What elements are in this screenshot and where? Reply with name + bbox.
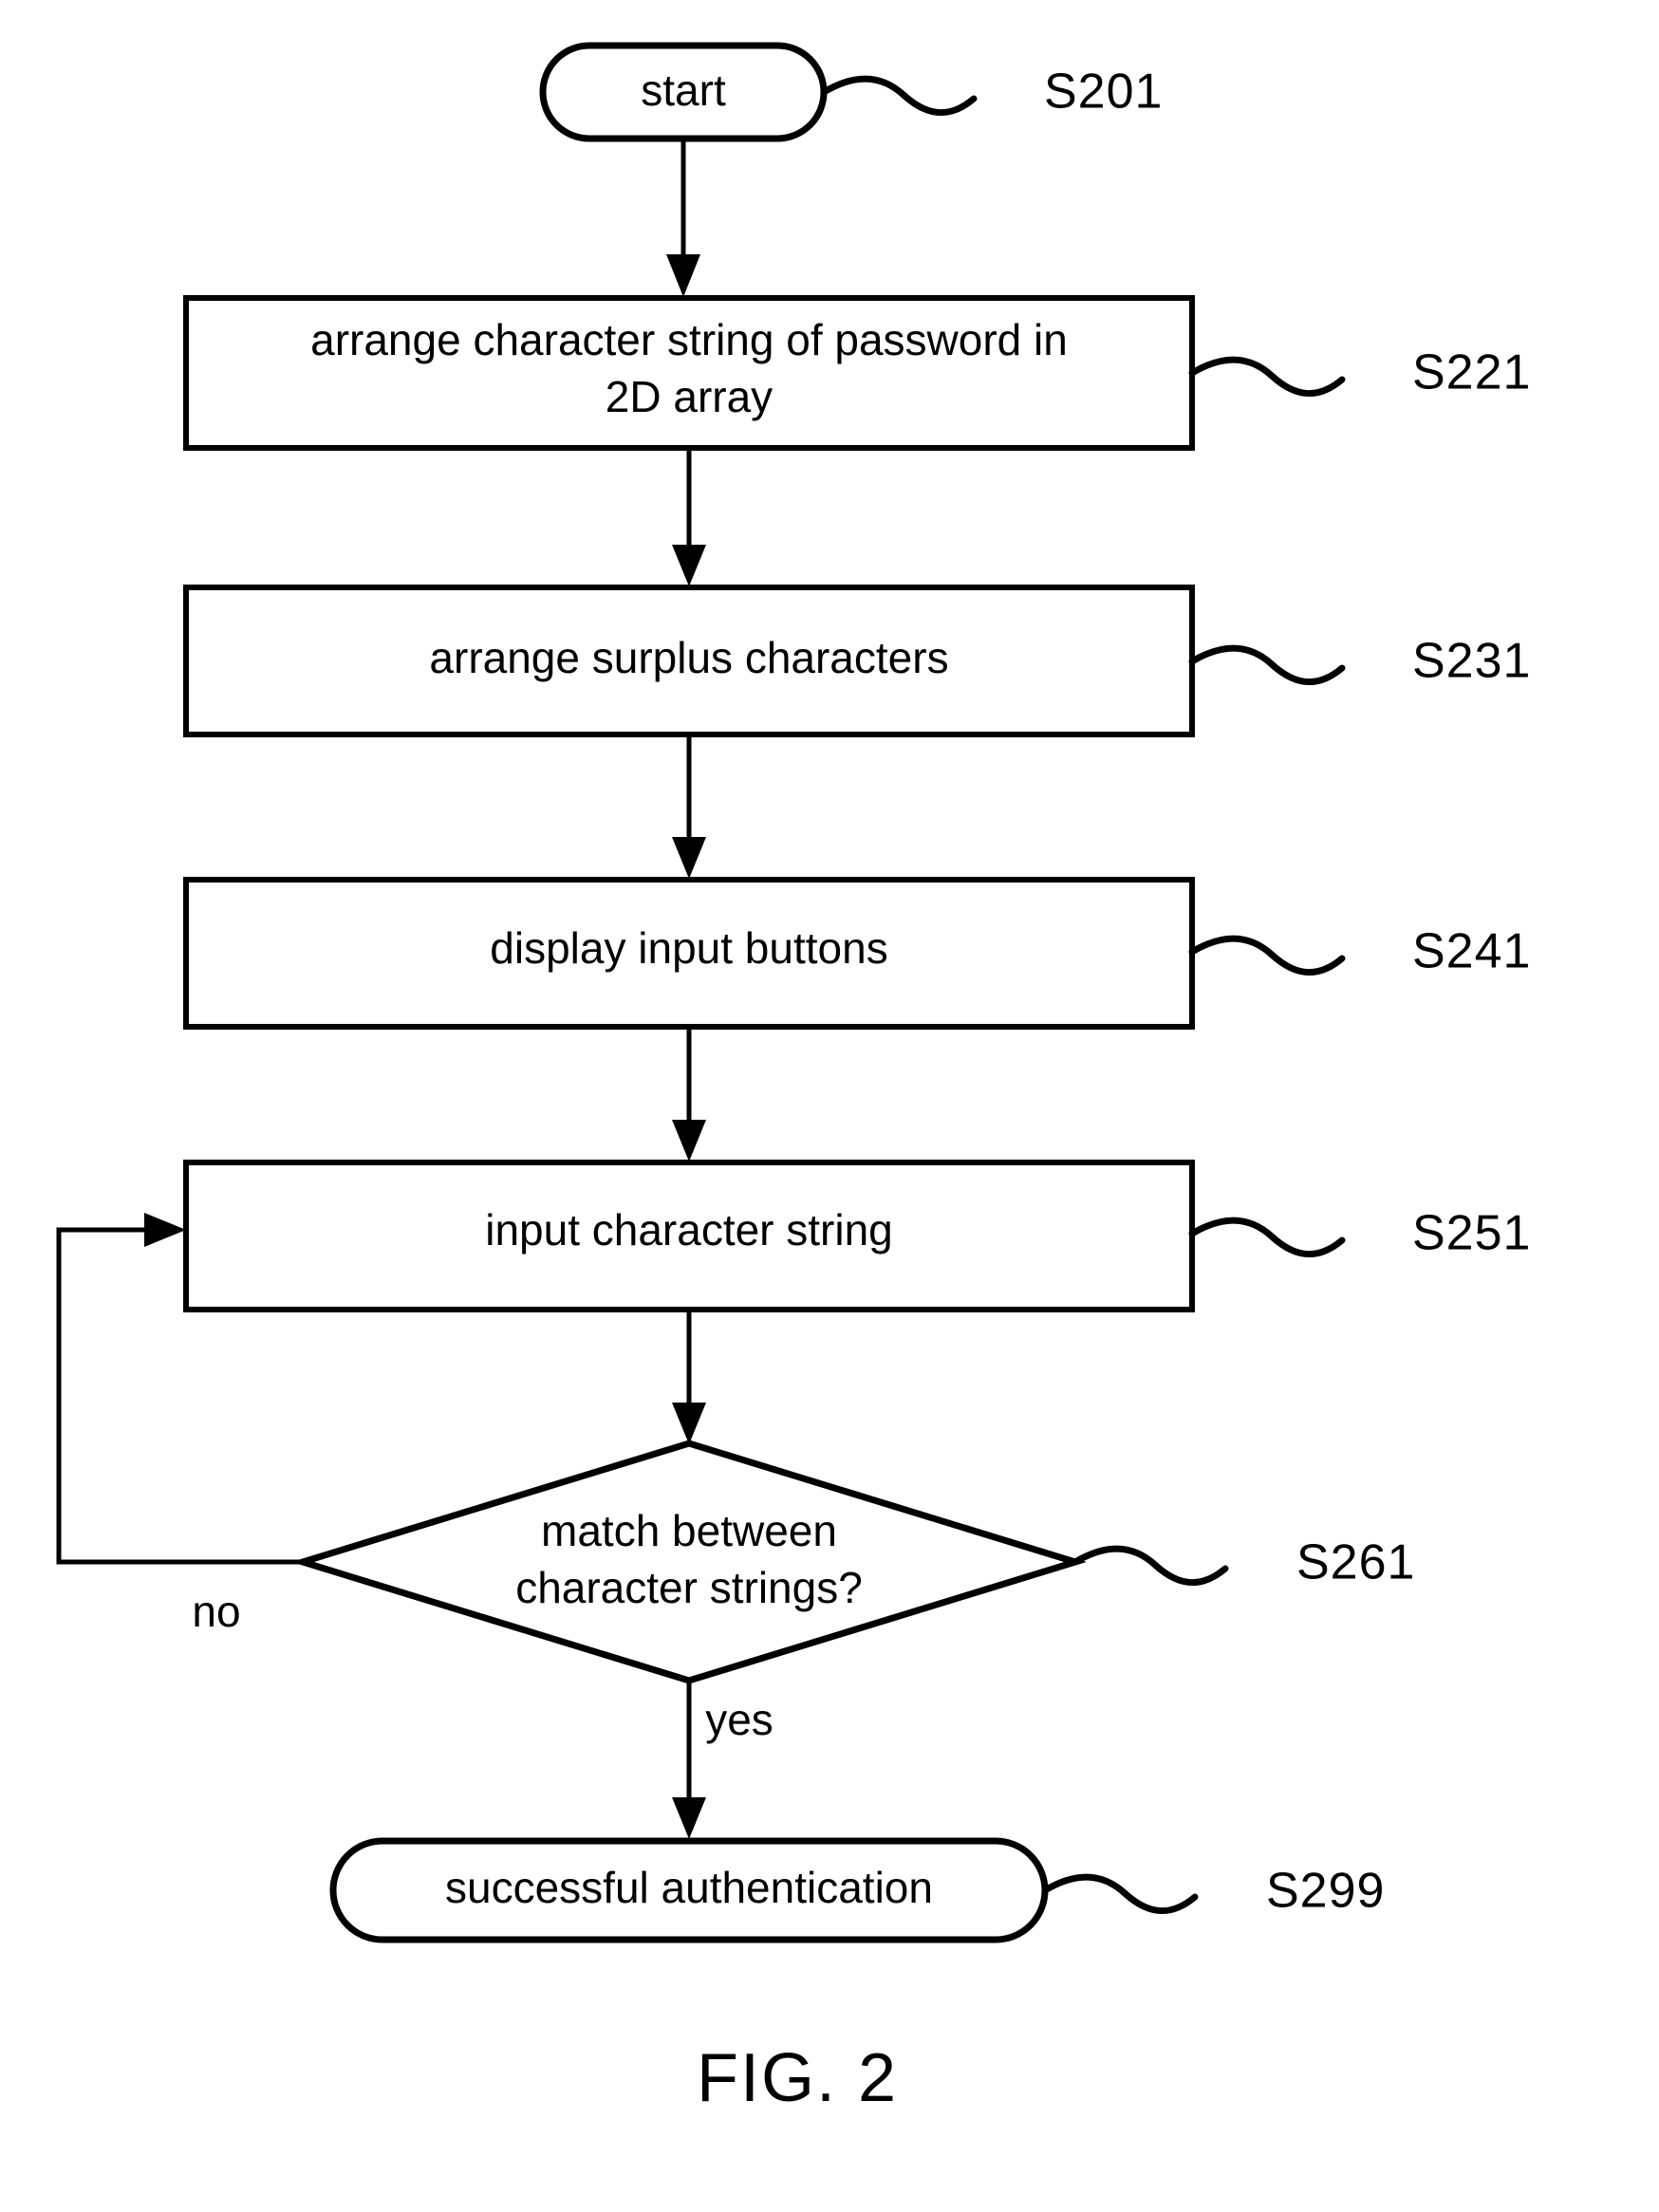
arrowhead-right [144,1213,186,1247]
decision-label-s261-line1: match between [541,1506,837,1555]
process-label-s251: input character string [485,1205,893,1255]
leader-squiggle-s299 [1041,1873,1199,1914]
process-label-s221-line2: 2D array [606,372,773,421]
node-match-decision: match between character strings? [291,1440,1087,1684]
flowchart-svg: start S201 arrange character string of p… [56,42,1531,2116]
process-label-s241: display input buttons [490,923,887,973]
step-label-s299: S299 [1266,1864,1385,1919]
figure-caption: FIG. 2 [697,2040,898,2116]
process-label-s231: arrange surplus characters [429,633,948,682]
process-label-s221-line1: arrange character string of password in [310,315,1068,364]
step-label-s241: S241 [1412,924,1531,979]
step-label-s261: S261 [1296,1535,1415,1590]
arrowhead-down [666,254,700,297]
connector-s251-to-s261 [672,1310,706,1444]
figure-container: start S201 arrange character string of p… [0,0,1659,2212]
leader-squiggle-s231 [1188,644,1346,685]
node-display-buttons: display input buttons [183,877,1195,1030]
step-label-s251: S251 [1412,1206,1531,1261]
connector-yes-to-s299 [672,1681,706,1839]
leader-squiggle-s221 [1188,356,1346,397]
node-arrange-password: arrange character string of password in … [183,295,1195,451]
connector-s241-to-s251 [672,1027,706,1162]
connector-start-to-s221 [666,139,700,297]
leader-squiggle-s201 [820,75,978,116]
connector-s221-to-s231 [672,448,706,586]
start-label: start [641,65,726,115]
arrowhead-down [672,837,706,879]
node-input-string: input character string [183,1160,1195,1312]
arrowhead-down [672,545,706,586]
leader-squiggle-s241 [1188,935,1346,976]
leader-squiggle-s251 [1188,1217,1346,1257]
arrowhead-down [672,1797,706,1839]
step-label-s231: S231 [1412,634,1531,689]
branch-label-yes: yes [705,1695,774,1744]
success-label: successful authentication [445,1863,933,1912]
step-label-s201: S201 [1044,65,1163,120]
branch-label-no: no [192,1587,240,1636]
arrowhead-down [672,1120,706,1162]
connector-s231-to-s241 [672,734,706,879]
node-start: start [539,42,828,142]
step-label-s221: S221 [1412,345,1531,400]
node-arrange-surplus: arrange surplus characters [183,585,1195,737]
node-success: successful authentication [329,1837,1049,1943]
leader-squiggle-s261 [1072,1545,1229,1586]
decision-label-s261-line2: character strings? [515,1563,863,1612]
arrowhead-down [672,1403,706,1444]
decision-shape-s261 [291,1440,1087,1684]
